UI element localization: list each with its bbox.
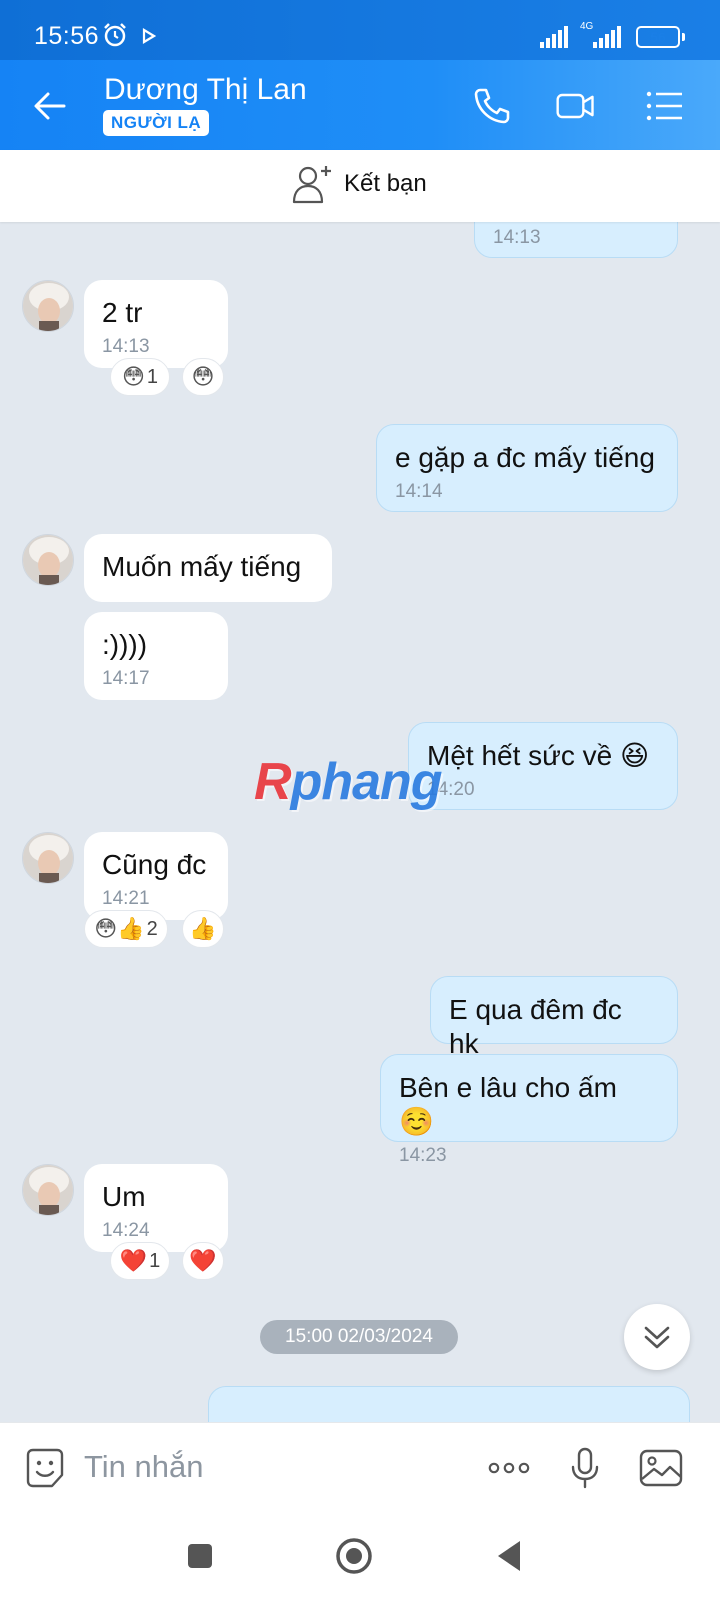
message-bubble-incoming[interactable]: Cũng đc 14:21 — [84, 832, 228, 920]
back-arrow-icon[interactable] — [28, 84, 72, 128]
contact-name[interactable]: Dương Thị Lan — [104, 73, 307, 107]
message-bubble-outgoing[interactable]: Bên e lâu cho ấm ☺️ 14:23 — [380, 1054, 678, 1166]
message-text: Muốn mấy tiếng — [102, 551, 302, 582]
add-friend-bar: Kết bạn — [0, 150, 720, 222]
message-text: E qua đêm đc hk — [449, 994, 622, 1059]
message-text: Cũng đc — [102, 849, 207, 880]
image-gallery-icon[interactable] — [638, 1445, 684, 1491]
message-bubble-outgoing[interactable]: 14:13 — [474, 222, 678, 258]
home-button[interactable] — [334, 1536, 374, 1576]
message-bubble-outgoing[interactable]: Mệt hết sức về 😆 14:20 — [408, 722, 678, 810]
reaction-emoji: 👍 — [189, 916, 217, 941]
message-list[interactable]: 14:13 2 tr 14:13 😳 1 😳 e gặp a đc mấy tiế… — [0, 222, 720, 1422]
video-call-icon[interactable] — [554, 84, 598, 128]
message-time: 14:21 — [102, 888, 150, 909]
scroll-to-bottom-button[interactable] — [624, 1304, 690, 1370]
stranger-badge: NGƯỜI LẠ — [103, 110, 210, 136]
message-time: 14:24 — [102, 1220, 150, 1241]
phone-call-icon[interactable] — [470, 84, 514, 128]
microphone-icon[interactable] — [562, 1445, 608, 1491]
add-friend-icon — [292, 166, 331, 204]
reaction-count: 1 — [146, 365, 159, 388]
message-time: 14:13 — [102, 336, 150, 357]
message-text: Um — [102, 1181, 146, 1212]
sticker-icon[interactable] — [22, 1445, 68, 1491]
message-text: Mệt hết sức về 😆 — [427, 740, 650, 771]
message-bubble-incoming[interactable]: 2 tr 14:13 — [84, 280, 228, 368]
back-button[interactable] — [494, 1538, 524, 1574]
reaction-summary[interactable]: ❤️ 1 — [110, 1242, 170, 1280]
message-text: e gặp a đc mấy tiếng — [395, 442, 655, 473]
message-time: 14:14 — [395, 481, 443, 502]
status-bar: 15:56 4G 56 — [0, 0, 720, 60]
message-time: 14:13 — [493, 227, 541, 248]
message-input-bar: Tin nhắn — [0, 1422, 720, 1514]
add-friend-label: Kết bạn — [344, 170, 427, 197]
battery-level: 56 — [650, 29, 666, 45]
message-bubble-incoming[interactable]: Muốn mấy tiếng — [84, 534, 332, 602]
system-navigation-bar — [0, 1514, 720, 1600]
menu-list-icon[interactable] — [642, 84, 686, 128]
add-reaction-button[interactable]: ❤️ — [182, 1242, 224, 1280]
reaction-count: 2 — [146, 917, 158, 940]
message-bubble-outgoing[interactable] — [208, 1386, 690, 1422]
add-reaction-button[interactable]: 😳 — [182, 358, 224, 396]
reaction-emoji: 😳 — [121, 364, 145, 389]
contact-avatar[interactable] — [22, 832, 74, 884]
reaction-summary[interactable]: 😳 1 — [110, 358, 170, 396]
network-type: 4G — [580, 21, 594, 32]
reaction-summary[interactable]: 😳👍 2 — [84, 910, 168, 948]
add-reaction-button[interactable]: 👍 — [182, 910, 224, 948]
message-time: 14:17 — [102, 668, 150, 689]
message-text: :)))) — [102, 629, 148, 660]
reaction-emoji: 😳 — [191, 364, 215, 389]
battery-tip — [682, 33, 685, 41]
signal-icon-sim2 — [593, 26, 621, 48]
reaction-emoji: ❤️ — [189, 1248, 217, 1273]
alarm-icon — [104, 23, 126, 47]
recent-apps-button[interactable] — [186, 1542, 214, 1570]
reaction-emoji: ❤️ — [119, 1248, 148, 1273]
watermark-logo: Rphang — [254, 753, 443, 811]
signal-icon — [540, 26, 568, 48]
media-play-icon — [142, 28, 156, 44]
date-separator: 15:00 02/03/2024 — [260, 1320, 458, 1354]
reaction-emoji: 😳👍 — [94, 916, 145, 941]
message-bubble-outgoing[interactable]: E qua đêm đc hk — [430, 976, 678, 1059]
status-time: 15:56 — [34, 22, 100, 50]
more-options-icon[interactable] — [486, 1445, 532, 1491]
message-text: Bên e lâu cho ấm ☺️ — [399, 1072, 617, 1137]
chevron-double-down-icon — [644, 1326, 670, 1349]
message-text: 2 tr — [102, 297, 143, 328]
message-bubble-incoming[interactable]: :)))) 14:17 — [84, 612, 228, 700]
battery-icon: 56 — [636, 26, 680, 48]
message-input[interactable]: Tin nhắn — [84, 1449, 204, 1485]
message-time: 14:20 — [427, 779, 475, 800]
message-time: 14:23 — [399, 1145, 447, 1166]
contact-avatar[interactable] — [22, 534, 74, 586]
contact-avatar[interactable] — [22, 280, 74, 332]
message-bubble-incoming[interactable]: Um 14:24 — [84, 1164, 228, 1252]
add-friend-button[interactable]: Kết bạn — [292, 164, 427, 204]
top-app-bar: 15:56 4G 56 Dương Thị Lan NGƯỜI LẠ — [0, 0, 720, 150]
message-bubble-outgoing[interactable]: e gặp a đc mấy tiếng 14:14 — [376, 424, 678, 512]
contact-avatar[interactable] — [22, 1164, 74, 1216]
reaction-count: 1 — [149, 1249, 161, 1272]
